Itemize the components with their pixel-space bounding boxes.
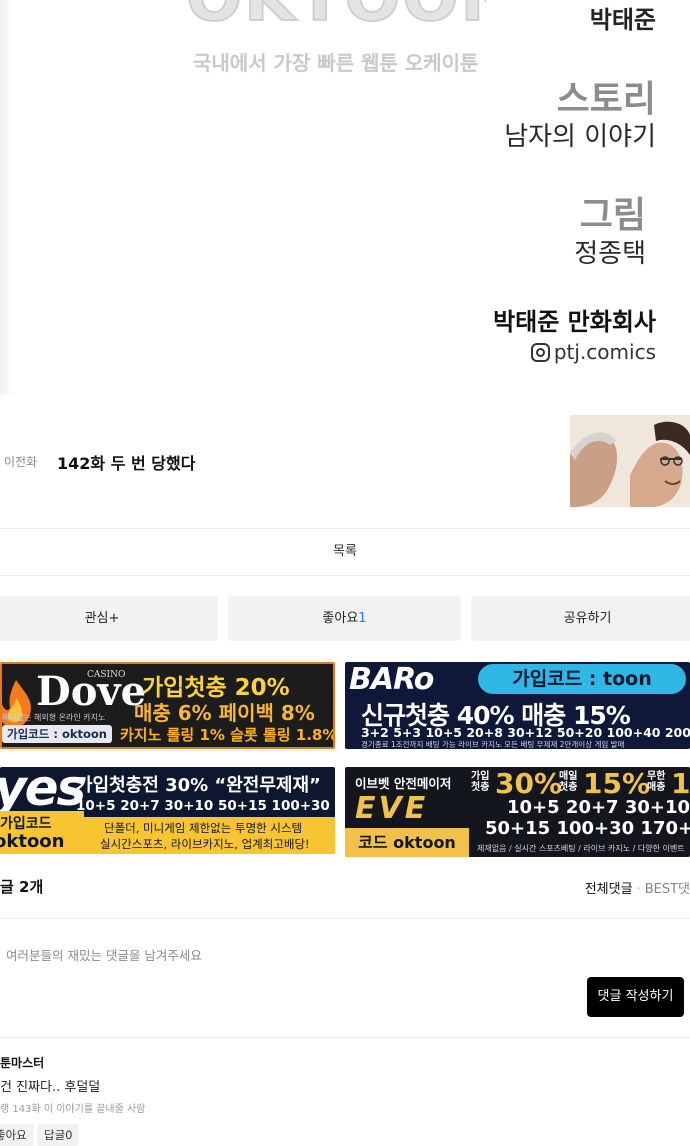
comment-reply-button[interactable]: 답글0 xyxy=(37,1124,80,1146)
comment-meta: 랭 143화 이 이야기를 끝내줄 사람 xyxy=(0,1104,146,1115)
dove-line3: 카지노 롤링 1% 슬롯 롤링 1.8% xyxy=(120,726,335,744)
tab-best-comments[interactable]: BEST댓 xyxy=(645,882,690,897)
tab-separator: · xyxy=(636,882,641,897)
yes-code-box: 가입코드 oktoon xyxy=(0,811,84,854)
eve-promo2-label: 매일 첫충 xyxy=(559,771,578,793)
yes-desc2: 실시간스포츠, 라이브카지노, 업계최고배당! xyxy=(100,837,310,851)
story-heading: 스토리 xyxy=(556,79,656,120)
episode-list-button[interactable]: 목록 xyxy=(0,529,690,575)
dove-brand-sub: CASINO xyxy=(87,670,126,680)
eve-bonus1: 10+5 20+7 30+10 xyxy=(507,797,690,818)
comment-input[interactable]: 여러분들의 재밌는 댓글을 남겨주세요 xyxy=(6,945,202,964)
yes-brand: yes xyxy=(0,767,86,817)
comic-panel-edge xyxy=(0,0,14,395)
eve-logo: EVE xyxy=(355,791,429,826)
yes-headline: 가입첫충전 30% “완전무제재” xyxy=(76,775,321,796)
divider xyxy=(0,918,690,919)
interest-button[interactable]: 관심+ xyxy=(0,596,218,641)
author-name: 박태준 xyxy=(589,6,656,34)
baro-code: 가입코드 : toon xyxy=(478,664,686,694)
studio-name: 박태준 만화회사 xyxy=(493,308,656,336)
dove-code: 가입코드 : oktoon xyxy=(2,725,112,743)
art-credit: 정종택 xyxy=(574,239,646,269)
eve-brand: 이브벳 안전메이저 xyxy=(355,776,452,791)
yes-bonus: 10+5 20+7 30+10 50+15 100+30 170+50 xyxy=(76,798,335,814)
dove-desc: 제재없는 해외형 온라인 카지노 xyxy=(2,713,106,722)
yes-desc1: 단폴더, 미니게임 제한없는 투명한 시스템 xyxy=(104,821,303,835)
interest-button-label: 관심+ xyxy=(84,611,120,626)
instagram-handle: ptj.comics xyxy=(530,340,656,364)
like-button[interactable]: 좋아요1 xyxy=(228,596,461,641)
instagram-handle-text: ptj.comics xyxy=(553,340,656,364)
ad-banner-baro[interactable]: BARo 가입코드 : toon 신규첫충 40% 매충 15% 3+2 5+3… xyxy=(345,662,690,749)
dove-line2: 매충 6% 페이백 8% xyxy=(134,701,315,725)
eve-promo1-value: 30% xyxy=(495,767,563,800)
like-count: 1 xyxy=(358,611,367,626)
prev-episode-label: 이전화 xyxy=(4,455,38,469)
divider xyxy=(0,1037,690,1038)
story-credit: 남자의 이야기 xyxy=(504,122,656,152)
share-button[interactable]: 공유하기 xyxy=(471,596,690,641)
tab-all-comments[interactable]: 전체댓글 xyxy=(585,882,633,897)
comment-text: 건 진짜다.. 후덜덜 xyxy=(0,1080,101,1095)
like-button-label: 좋아요 xyxy=(322,611,359,626)
episode-end-credits: OKTOON 국내에서 가장 빠른 웹툰 오케이툰 박태준 스토리 남자의 이야… xyxy=(0,0,690,400)
instagram-icon xyxy=(530,342,550,362)
eve-desc: 제재없음 / 실시간 스포츠베팅 / 라이브 카지노 / 다양한 이벤트 xyxy=(477,844,685,853)
eve-promo2-value: 15% xyxy=(583,767,651,800)
thumbnail-art xyxy=(570,415,690,507)
ad-banner-yes[interactable]: yes 가입코드 oktoon 가입첫충전 30% “완전무제재” 10+5 2… xyxy=(0,767,335,854)
eve-promo1-label: 가입 첫충 xyxy=(471,771,490,793)
oktoon-logo: OKTOON xyxy=(186,0,486,30)
yes-code: oktoon xyxy=(0,831,65,852)
eve-bonus2: 50+15 100+30 170+50 xyxy=(485,818,690,839)
comment-username: 툰마스터 xyxy=(0,1056,45,1070)
site-tagline: 국내에서 가장 빠른 웹툰 오케이툰 xyxy=(193,51,479,75)
comment-like-button[interactable]: 좋아요 xyxy=(0,1124,34,1146)
eve-code: 코드 oktoon xyxy=(345,828,469,857)
ad-banner-eve[interactable]: 이브벳 안전메이저 EVE 코드 oktoon 가입 첫충 30% 매일 첫충 … xyxy=(345,767,690,857)
prev-episode-title[interactable]: 142화 두 번 당했다 xyxy=(57,450,195,474)
yes-code-label: 가입코드 xyxy=(0,816,52,832)
comment-count: 글 2개 xyxy=(0,878,44,896)
prev-episode-thumbnail[interactable] xyxy=(570,415,690,507)
yes-desc-box: 단폴더, 미니게임 제한없는 투명한 시스템 실시간스포츠, 라이브카지노, 업… xyxy=(84,817,335,854)
divider xyxy=(0,575,690,576)
art-heading: 그림 xyxy=(579,195,646,236)
share-button-label: 공유하기 xyxy=(563,611,612,626)
baro-brand: BARo xyxy=(349,662,434,697)
baro-bonus: 3+2 5+3 10+5 20+8 30+12 50+20 100+40 200… xyxy=(361,725,690,740)
eve-promo3-label: 무한 매충 xyxy=(647,771,666,793)
eve-promo3-value: 10% xyxy=(671,767,690,800)
submit-comment-button[interactable]: 댓글 작성하기 xyxy=(587,977,684,1017)
comment-sort-tabs: 전체댓글 · BEST댓 xyxy=(585,878,690,897)
baro-desc: 경기종료 1조전까지 배팅 가능 라이브 카지노 모든 배팅 무제재 2만개이상… xyxy=(361,740,625,749)
ad-banner-dove[interactable]: Dove CASINO 제재없는 해외형 온라인 카지노 가입코드 : okto… xyxy=(0,662,335,749)
